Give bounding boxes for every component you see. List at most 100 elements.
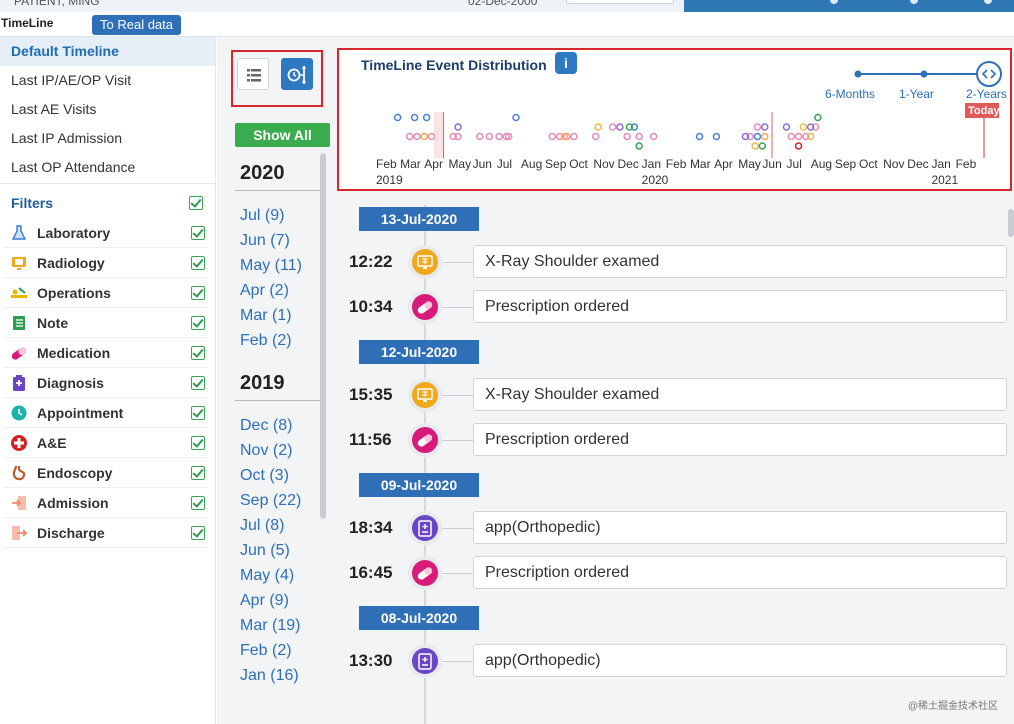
date-header: 12-Jul-2020 bbox=[359, 340, 479, 364]
filter-admission[interactable]: Admission bbox=[4, 488, 207, 518]
event-card[interactable]: app(Orthopedic) bbox=[473, 644, 1007, 677]
month-link[interactable]: Apr (9) bbox=[235, 588, 325, 613]
event-card[interactable]: X-Ray Shoulder examed bbox=[473, 378, 1007, 411]
filter-checkbox[interactable] bbox=[191, 406, 205, 420]
filter-operations[interactable]: Operations bbox=[4, 278, 207, 308]
filter-list: Laboratory Radiology Operations Note Medicat… bbox=[0, 218, 215, 548]
month-link[interactable]: Jun (5) bbox=[235, 538, 325, 563]
nav-user-icon[interactable] bbox=[910, 0, 918, 4]
x-tick-label: Nov bbox=[883, 157, 904, 171]
to-real-data-button[interactable]: To Real data bbox=[92, 15, 181, 35]
month-link[interactable]: Jul (8) bbox=[235, 513, 325, 538]
menu-item-1[interactable]: Last IP/AE/OP Visit bbox=[0, 66, 215, 95]
month-link[interactable]: May (11) bbox=[235, 253, 325, 278]
event-point bbox=[753, 132, 762, 141]
filters-header: Filters bbox=[0, 188, 215, 218]
month-link[interactable]: Feb (2) bbox=[235, 328, 325, 353]
stomach-icon bbox=[10, 464, 28, 482]
x-tick-label: Jan bbox=[931, 157, 950, 171]
month-link[interactable]: Jul (9) bbox=[235, 203, 325, 228]
range-option-1-year[interactable]: 1-Year bbox=[899, 87, 934, 101]
event-card[interactable]: Prescription ordered bbox=[473, 290, 1007, 323]
event-point bbox=[591, 132, 600, 141]
event-card[interactable]: Prescription ordered bbox=[473, 556, 1007, 589]
event-point bbox=[753, 123, 762, 131]
x-tick-label: Jul bbox=[497, 157, 512, 171]
filter-checkbox[interactable] bbox=[191, 466, 205, 480]
info-icon[interactable]: i bbox=[555, 52, 577, 74]
x-tick-label: Mar bbox=[690, 157, 711, 171]
event-icon-badge bbox=[412, 294, 438, 320]
timeline-view-button[interactable] bbox=[281, 58, 313, 90]
filter-radiology[interactable]: Radiology bbox=[4, 248, 207, 278]
filter-checkbox[interactable] bbox=[191, 496, 205, 510]
timeline-scrollbar[interactable] bbox=[1008, 209, 1014, 237]
range-handle-selected[interactable] bbox=[976, 61, 1002, 87]
filter-checkbox[interactable] bbox=[191, 316, 205, 330]
filter-checkbox[interactable] bbox=[191, 526, 205, 540]
filter-endoscopy[interactable]: Endoscopy bbox=[4, 458, 207, 488]
filter-checkbox[interactable] bbox=[191, 346, 205, 360]
filter-checkbox[interactable] bbox=[191, 256, 205, 270]
event-icon-badge bbox=[412, 427, 438, 453]
filter-appointment[interactable]: Appointment bbox=[4, 398, 207, 428]
header-search-input[interactable] bbox=[566, 0, 674, 4]
filter-checkbox[interactable] bbox=[191, 226, 205, 240]
month-link[interactable]: Jan (16) bbox=[235, 663, 325, 688]
event-card[interactable]: Prescription ordered bbox=[473, 423, 1007, 456]
month-link[interactable]: May (4) bbox=[235, 563, 325, 588]
event-connector bbox=[442, 307, 473, 308]
timeline-menu: Default Timeline Last IP/AE/OP Visit Last … bbox=[0, 37, 215, 182]
timeline-app: PATIENT, MING 02-Dec-2000 TimeLine To Re… bbox=[0, 0, 1014, 724]
event-point bbox=[410, 113, 419, 122]
month-link[interactable]: Jun (7) bbox=[235, 228, 325, 253]
event-distribution-panel: 6-Months 1-Year 2-Years Today Feb Mar Apr May Ju… bbox=[337, 48, 1012, 191]
range-handle[interactable] bbox=[854, 70, 862, 78]
filters-all-checkbox[interactable] bbox=[189, 196, 203, 210]
event-point bbox=[616, 123, 624, 131]
event-point bbox=[548, 132, 556, 141]
xray-monitor-icon bbox=[408, 378, 442, 412]
pill-capsule-icon bbox=[408, 290, 442, 324]
range-option-6-months[interactable]: 6-Months bbox=[825, 87, 875, 101]
event-card[interactable]: app(Orthopedic) bbox=[473, 511, 1007, 544]
filter-checkbox[interactable] bbox=[191, 286, 205, 300]
menu-item-2[interactable]: Last AE Visits bbox=[0, 95, 215, 124]
filter-checkbox[interactable] bbox=[191, 436, 205, 450]
month-link[interactable]: Nov (2) bbox=[235, 438, 325, 463]
filter-ae[interactable]: A&E bbox=[4, 428, 207, 458]
filter-diagnosis[interactable]: Diagnosis bbox=[4, 368, 207, 398]
month-link[interactable]: Oct (3) bbox=[235, 463, 325, 488]
filter-medication[interactable]: Medication bbox=[4, 338, 207, 368]
month-link[interactable]: Mar (1) bbox=[235, 303, 325, 328]
filter-discharge[interactable]: Discharge bbox=[4, 518, 207, 548]
show-all-button[interactable]: Show All bbox=[235, 123, 330, 147]
range-option-2-years[interactable]: 2-Years bbox=[966, 87, 1007, 101]
event-point bbox=[454, 123, 462, 131]
menu-item-4[interactable]: Last OP Attendance bbox=[0, 153, 215, 182]
filter-laboratory[interactable]: Laboratory bbox=[4, 218, 207, 248]
nav-settings-icon[interactable] bbox=[984, 0, 992, 4]
menu-item-3[interactable]: Last IP Admission bbox=[0, 124, 215, 153]
month-link[interactable]: Feb (2) bbox=[235, 638, 325, 663]
month-link[interactable]: Apr (2) bbox=[235, 278, 325, 303]
event-icon-badge bbox=[412, 560, 438, 586]
nav-search-icon[interactable] bbox=[830, 0, 838, 4]
event-connector bbox=[442, 528, 473, 529]
month-link[interactable]: Mar (19) bbox=[235, 613, 325, 638]
event-point bbox=[405, 132, 414, 141]
app-title: TimeLine bbox=[1, 16, 54, 30]
month-link[interactable]: Dec (8) bbox=[235, 413, 325, 438]
list-view-button[interactable] bbox=[237, 58, 269, 90]
distribution-title: TimeLine Event Distribution bbox=[361, 57, 547, 73]
filter-checkbox[interactable] bbox=[191, 376, 205, 390]
month-link[interactable]: Sep (22) bbox=[235, 488, 325, 513]
menu-item-0[interactable]: Default Timeline bbox=[0, 37, 215, 66]
filter-note[interactable]: Note bbox=[4, 308, 207, 338]
month-list-scrollbar[interactable] bbox=[320, 153, 326, 519]
range-handle[interactable] bbox=[920, 70, 928, 78]
x-tick-label: Apr bbox=[714, 157, 733, 171]
event-card[interactable]: X-Ray Shoulder examed bbox=[473, 245, 1007, 278]
event-connector bbox=[442, 262, 473, 263]
watermark: @稀土掘金技术社区 bbox=[907, 701, 998, 712]
